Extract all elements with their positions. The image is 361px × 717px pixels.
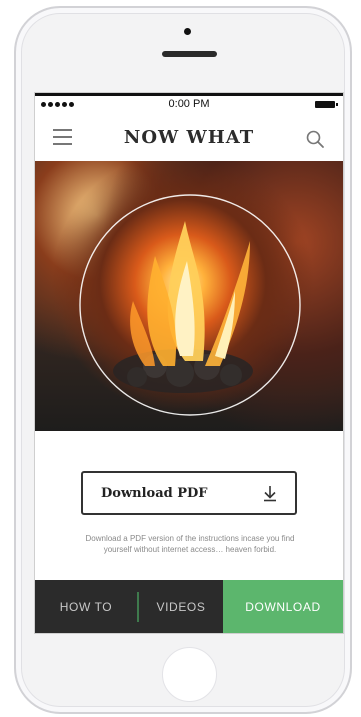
hero-campfire-image — [35, 161, 343, 431]
earpiece-speaker — [162, 51, 217, 57]
status-time: 0:00 PM — [168, 98, 210, 110]
download-description: Download a PDF version of the instructio… — [85, 534, 295, 554]
hamburger-menu-icon[interactable] — [53, 129, 72, 145]
status-bar: 0:00 PM — [35, 93, 343, 113]
download-pdf-button[interactable]: Download PDF — [81, 471, 297, 515]
app-header: NOW WHAT — [35, 113, 343, 161]
app-screen: 0:00 PM NOW WHAT Download PDF Download a… — [34, 92, 344, 634]
hero-artwork — [79, 194, 301, 416]
status-bar-edge — [35, 93, 343, 96]
tab-videos[interactable]: VIDEOS — [139, 580, 223, 633]
bottom-tab-bar: HOW TO VIDEOS DOWNLOAD — [35, 580, 343, 633]
tab-how-to[interactable]: HOW TO — [35, 580, 137, 633]
battery-icon — [315, 101, 338, 108]
camera-dot — [184, 28, 191, 35]
search-icon[interactable] — [305, 129, 325, 149]
app-title: NOW WHAT — [123, 126, 255, 148]
home-button[interactable] — [162, 647, 217, 702]
download-arrow-icon — [264, 486, 276, 502]
tab-download[interactable]: DOWNLOAD — [223, 580, 343, 633]
download-pdf-label: Download PDF — [101, 486, 208, 501]
